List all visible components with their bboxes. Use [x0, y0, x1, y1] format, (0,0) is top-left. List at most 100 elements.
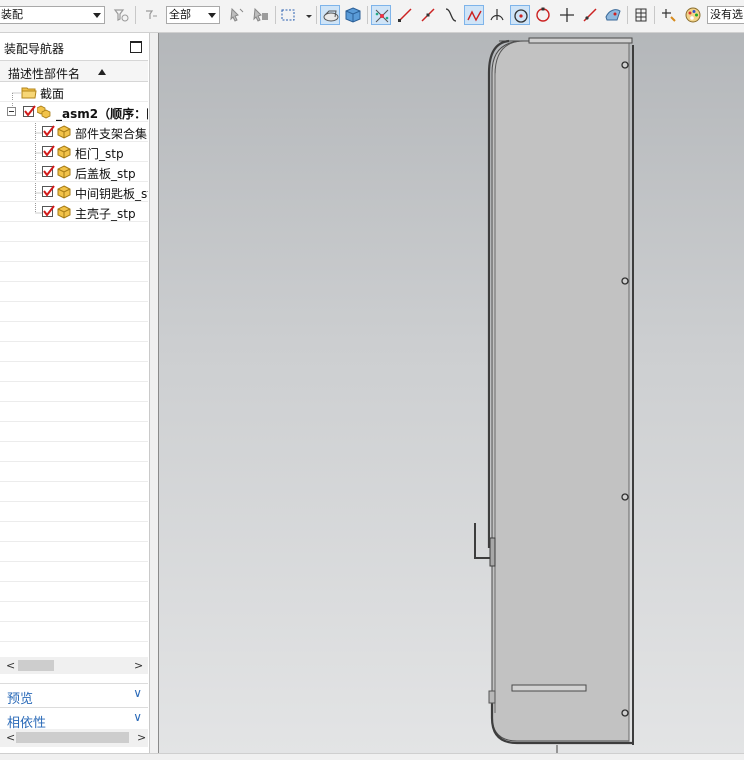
tree-row-part[interactable]: 中间钥匙板_st: [0, 182, 148, 202]
visibility-checkbox[interactable]: [42, 205, 55, 217]
panel-label: 预览: [7, 692, 34, 707]
cabinet-side-view: [474, 37, 634, 753]
table-icon[interactable]: [631, 5, 651, 25]
perpendicular-snap-icon[interactable]: [487, 5, 507, 25]
sort-ascending-icon[interactable]: [98, 69, 106, 75]
selection-scope-value: 全部: [169, 8, 191, 21]
chevron-down-icon[interactable]: ∨: [133, 686, 142, 700]
select-feature-icon[interactable]: [227, 5, 247, 25]
navigator-hscrollbar[interactable]: < >: [0, 657, 148, 674]
top-toolbar: 装配 全部 没有选: [0, 0, 744, 33]
empty-row: [0, 302, 148, 322]
selection-status-field[interactable]: 没有选: [707, 6, 744, 24]
empty-row: [0, 462, 148, 482]
tree-row-part[interactable]: 部件支架合集: [0, 122, 148, 142]
tree-row-part[interactable]: 柜门_stp: [0, 142, 148, 162]
empty-row: [0, 402, 148, 422]
visibility-checkbox[interactable]: [42, 145, 55, 157]
empty-row: [0, 322, 148, 342]
part-cube-icon: [57, 205, 71, 219]
center-snap-icon[interactable]: [510, 5, 530, 25]
selection-mode-dropdown[interactable]: [299, 5, 313, 25]
tree-item-label: 部件支架合集: [75, 127, 148, 141]
select-component-icon[interactable]: [251, 5, 271, 25]
empty-row: [0, 222, 148, 242]
dependencies-panel-header[interactable]: 相依性 ∨: [0, 707, 148, 731]
part-cube-icon: [57, 185, 71, 199]
navigator-header: 装配导航器: [0, 33, 149, 60]
tree-row-assembly[interactable]: _asm2（顺序：田: [0, 102, 148, 122]
empty-row: [0, 422, 148, 442]
empty-row: [0, 242, 148, 262]
part-cube-icon: [57, 145, 71, 159]
navigator-tree: 截面 _asm2（顺序：田 部件支架合集 柜门_stp 后盖板_stp 中间钥匙…: [0, 82, 148, 657]
collapse-toggle-icon[interactable]: [7, 107, 16, 116]
tree-item-label: 中间钥匙板_st: [75, 187, 148, 201]
empty-row: [0, 582, 148, 602]
panel-hscrollbar[interactable]: < >: [0, 729, 148, 747]
reset-filter-icon[interactable]: [141, 5, 161, 25]
scroll-left-icon[interactable]: <: [6, 731, 15, 744]
empty-row: [0, 622, 148, 642]
empty-row: [0, 522, 148, 542]
visibility-checkbox[interactable]: [42, 125, 55, 137]
empty-row: [0, 502, 148, 522]
rectangle-select-icon[interactable]: [279, 5, 299, 25]
scroll-thumb[interactable]: [18, 660, 54, 671]
empty-row: [0, 382, 148, 402]
type-filter-dropdown[interactable]: 装配: [0, 6, 105, 24]
tree-row-section-folder[interactable]: 截面: [0, 82, 148, 102]
quadrant-snap-icon[interactable]: [533, 5, 553, 25]
part-cube-icon: [57, 125, 71, 139]
midpoint-snap-icon[interactable]: [418, 5, 438, 25]
selection-scope-dropdown[interactable]: 全部: [166, 6, 220, 24]
cross-snap-icon[interactable]: [557, 5, 577, 25]
maximize-icon[interactable]: [130, 41, 142, 53]
scroll-thumb[interactable]: [16, 732, 129, 743]
on-face-snap-icon[interactable]: [603, 5, 623, 25]
column-header-label: 描述性部件名: [8, 67, 81, 81]
type-filter-value: 装配: [1, 8, 23, 21]
tree-item-label: _asm2（顺序：田: [56, 107, 148, 121]
tree-item-label: 截面: [40, 87, 65, 101]
on-curve-snap-icon[interactable]: [580, 5, 600, 25]
assembly-icon: [37, 105, 51, 119]
curve-snap-icon[interactable]: [441, 5, 461, 25]
tree-row-part[interactable]: 主壳子_stp: [0, 202, 148, 222]
scroll-right-icon[interactable]: >: [137, 731, 146, 744]
intersection-snap-icon[interactable]: [464, 5, 484, 25]
tree-item-label: 主壳子_stp: [75, 207, 136, 221]
chevron-down-icon[interactable]: ∨: [133, 710, 142, 724]
chevron-down-icon: [208, 13, 216, 18]
chevron-down-icon: [93, 13, 101, 18]
color-palette-icon[interactable]: [683, 5, 703, 25]
empty-row: [0, 282, 148, 302]
empty-row: [0, 262, 148, 282]
empty-row: [0, 542, 148, 562]
selection-status-value: 没有选: [710, 8, 743, 21]
tree-row-part[interactable]: 后盖板_stp: [0, 162, 148, 182]
scroll-left-icon[interactable]: <: [6, 659, 15, 672]
shaded-view-icon[interactable]: [320, 5, 340, 25]
folder-icon: [21, 87, 37, 99]
column-header-bar[interactable]: 描述性部件名: [0, 60, 148, 82]
graphics-viewport[interactable]: [158, 33, 744, 753]
empty-row: [0, 442, 148, 462]
empty-row: [0, 342, 148, 362]
empty-row: [0, 642, 148, 657]
preview-panel-header[interactable]: 预览 ∨: [0, 683, 148, 707]
visibility-checkbox[interactable]: [23, 105, 36, 117]
navigator-title: 装配导航器: [4, 42, 65, 56]
visibility-checkbox[interactable]: [42, 185, 55, 197]
solid-cube-icon[interactable]: [343, 5, 363, 25]
visibility-checkbox[interactable]: [42, 165, 55, 177]
snap-point-icon[interactable]: [371, 5, 391, 25]
scroll-right-icon[interactable]: >: [134, 659, 143, 672]
tree-item-label: 柜门_stp: [75, 147, 124, 161]
empty-row: [0, 362, 148, 382]
filter-settings-icon[interactable]: [111, 5, 131, 25]
endpoint-snap-icon[interactable]: [395, 5, 415, 25]
add-point-icon[interactable]: [659, 5, 679, 25]
tree-item-label: 后盖板_stp: [75, 167, 136, 181]
part-cube-icon: [57, 165, 71, 179]
